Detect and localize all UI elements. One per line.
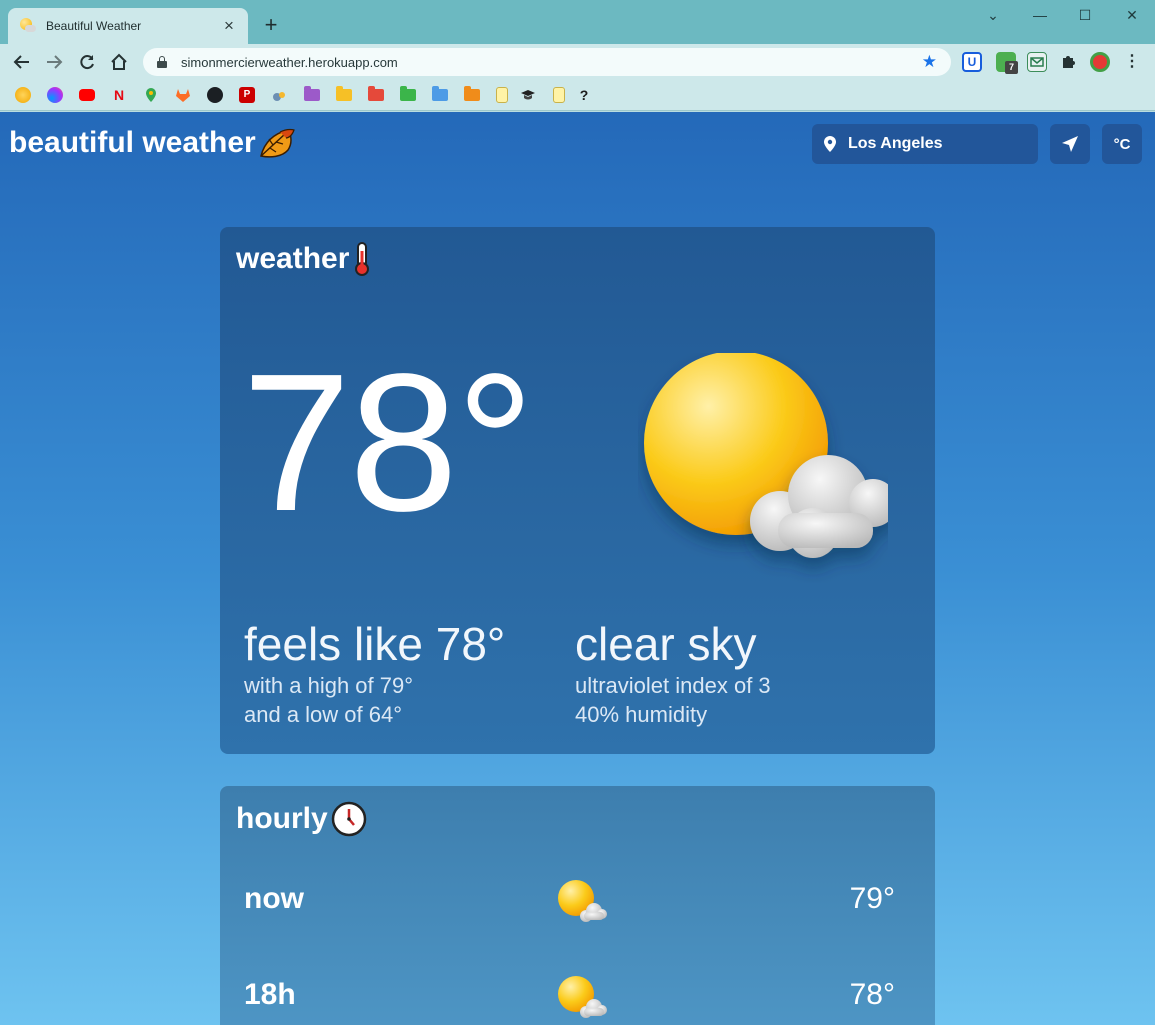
bookmark-folder-blue-icon[interactable]	[432, 86, 448, 101]
condition-text: clear sky	[575, 618, 757, 670]
browser-menu-icon[interactable]: ⋮	[1122, 52, 1142, 72]
map-pin-icon	[824, 136, 836, 152]
location-search-box[interactable]	[812, 124, 1038, 164]
bookmark-netflix-icon[interactable]: N	[111, 87, 127, 103]
thermometer-icon	[355, 242, 370, 276]
app-title: beautiful weather	[9, 126, 256, 159]
home-button[interactable]	[105, 48, 133, 76]
browser-titlebar: Beautiful Weather × + ⌄ — ☐ ✕	[0, 0, 1155, 44]
feels-like-block: feels like 78° with a high of 79° and a …	[244, 617, 505, 729]
maple-leaf-icon	[259, 128, 295, 158]
bookmark-pinterest-icon[interactable]: P	[239, 87, 255, 103]
condition-block: clear sky ultraviolet index of 3 40% hum…	[575, 617, 771, 729]
bookmark-folder-red-icon[interactable]	[368, 86, 384, 101]
navigation-arrow-icon	[1062, 136, 1078, 152]
bookmark-note-icon[interactable]	[496, 87, 508, 103]
extensions-puzzle-icon[interactable]	[1058, 52, 1078, 72]
tab-title: Beautiful Weather	[46, 19, 142, 33]
bookmarks-bar: N P ?	[0, 80, 1155, 111]
sun-behind-cloud-icon	[558, 976, 607, 1018]
bookmark-folder-orange-icon[interactable]	[464, 86, 480, 101]
hour-label: 18h	[244, 978, 296, 1011]
bitwarden-icon[interactable]: U	[962, 52, 982, 72]
close-window-button[interactable]: ✕	[1114, 4, 1150, 26]
bookmark-youtube-icon[interactable]	[79, 89, 95, 101]
bookmark-folder-yellow-icon[interactable]	[336, 86, 352, 101]
hourly-forecast-card: hourly now 79° 18h 78°	[220, 786, 935, 1025]
reload-button[interactable]	[73, 48, 101, 76]
back-button[interactable]	[8, 48, 36, 76]
hourly-row: now 79°	[220, 870, 935, 930]
bookmark-star-icon[interactable]: ★	[922, 52, 937, 72]
weather-favicon-icon	[18, 17, 36, 35]
bookmark-weather-icon[interactable]	[15, 87, 31, 103]
bookmark-messenger-icon[interactable]	[47, 87, 63, 103]
url-text: simonmercierweather.herokuapp.com	[181, 54, 398, 70]
weather-card-header: weather	[236, 241, 373, 277]
app-header: beautiful weather	[9, 126, 296, 160]
lock-icon	[157, 56, 167, 68]
browser-tab[interactable]: Beautiful Weather ×	[8, 8, 248, 44]
weather-page: beautiful weather °C weather 78°	[0, 112, 1155, 1025]
current-temperature: 78°	[242, 333, 534, 552]
feels-like-text: feels like 78°	[244, 618, 506, 670]
bookmark-maps-icon[interactable]	[143, 87, 159, 103]
low-temp-text: and a low of 64°	[244, 702, 403, 727]
hour-temperature: 78°	[849, 978, 895, 1011]
hour-label: now	[244, 882, 304, 915]
bookmark-note-2-icon[interactable]	[553, 87, 565, 103]
current-weather-card: weather 78° feels like 78° with a high o…	[220, 227, 935, 754]
sun-behind-cloud-icon	[644, 353, 888, 558]
maximize-button[interactable]: ☐	[1067, 4, 1103, 26]
bookmark-gitlab-icon[interactable]	[175, 87, 191, 103]
new-tab-button[interactable]: +	[260, 12, 282, 38]
forward-arrow-icon	[47, 55, 63, 69]
hourly-card-header: hourly	[236, 800, 368, 838]
back-arrow-icon	[13, 55, 29, 69]
hour-temperature: 79°	[849, 882, 895, 915]
reload-icon	[80, 55, 94, 70]
hourly-card-title: hourly	[236, 802, 328, 835]
high-temp-text: with a high of 79°	[244, 673, 414, 698]
profile-avatar-icon[interactable]	[1090, 52, 1110, 72]
forward-button[interactable]	[40, 48, 68, 76]
clock-icon	[331, 801, 366, 837]
weather-card-title: weather	[236, 242, 350, 275]
shield-extension-icon[interactable]: 7	[996, 52, 1018, 74]
hourly-row: 18h 78°	[220, 966, 935, 1025]
sun-behind-cloud-icon	[558, 880, 607, 922]
bookmark-graduation-cap-icon[interactable]	[520, 87, 536, 103]
home-icon	[111, 53, 127, 70]
minimize-button[interactable]: —	[1022, 4, 1058, 26]
uv-index-text: ultraviolet index of 3	[575, 673, 771, 698]
use-current-location-button[interactable]	[1050, 124, 1090, 164]
mail-extension-icon[interactable]	[1027, 52, 1047, 72]
bookmark-bird-icon[interactable]	[271, 87, 287, 103]
browser-toolbar: simonmercierweather.herokuapp.com ★ U 7 …	[0, 44, 1155, 80]
bookmark-question-icon[interactable]: ?	[576, 87, 592, 103]
extension-badge: 7	[1005, 61, 1018, 74]
tab-close-button[interactable]: ×	[220, 17, 238, 35]
bookmark-github-icon[interactable]	[207, 87, 223, 103]
bookmark-folder-purple-icon[interactable]	[304, 86, 320, 101]
bookmark-folder-green-icon[interactable]	[400, 86, 416, 101]
unit-toggle-button[interactable]: °C	[1102, 124, 1142, 164]
tab-search-button[interactable]: ⌄	[975, 4, 1011, 26]
address-bar[interactable]: simonmercierweather.herokuapp.com ★	[143, 48, 951, 76]
humidity-text: 40% humidity	[575, 702, 708, 727]
location-input[interactable]	[848, 135, 1018, 153]
